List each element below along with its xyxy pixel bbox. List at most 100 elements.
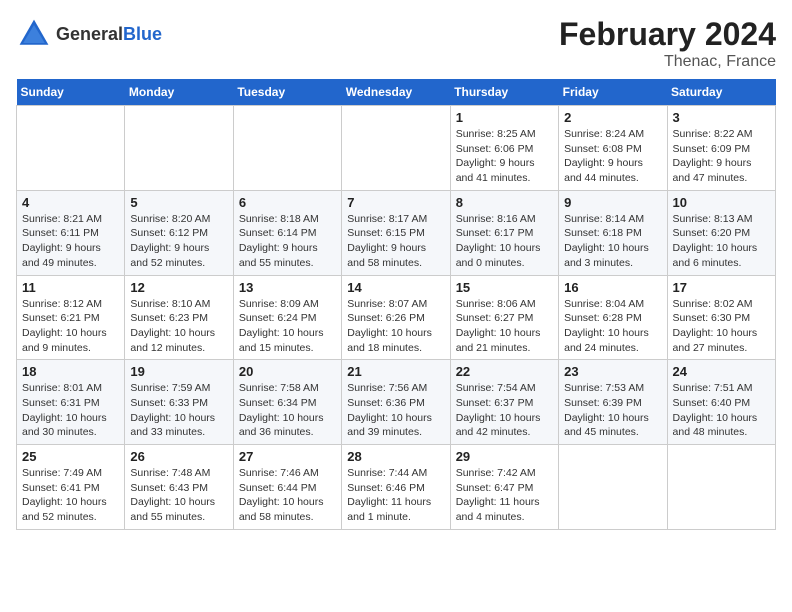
- col-friday: Friday: [559, 79, 667, 106]
- day-number: 15: [456, 280, 553, 295]
- day-cell: 10 Sunrise: 8:13 AMSunset: 6:20 PMDayligh…: [667, 190, 775, 275]
- day-info: Sunrise: 7:51 AMSunset: 6:40 PMDaylight:…: [673, 381, 770, 440]
- day-number: 12: [130, 280, 227, 295]
- day-cell: 13 Sunrise: 8:09 AMSunset: 6:24 PMDayligh…: [233, 275, 341, 360]
- day-number: 13: [239, 280, 336, 295]
- day-number: 27: [239, 449, 336, 464]
- col-thursday: Thursday: [450, 79, 558, 106]
- day-number: 20: [239, 364, 336, 379]
- week-row-5: 25 Sunrise: 7:49 AMSunset: 6:41 PMDayligh…: [17, 445, 776, 530]
- day-info: Sunrise: 7:53 AMSunset: 6:39 PMDaylight:…: [564, 381, 661, 440]
- day-number: 9: [564, 195, 661, 210]
- day-cell: 29Sunrise: 7:42 AMSunset: 6:47 PMDayligh…: [450, 445, 558, 530]
- day-cell: 11 Sunrise: 8:12 AMSunset: 6:21 PMDayligh…: [17, 275, 125, 360]
- calendar-header-row: Sunday Monday Tuesday Wednesday Thursday…: [17, 79, 776, 106]
- day-cell: 21Sunrise: 7:56 AMSunset: 6:36 PMDayligh…: [342, 360, 450, 445]
- day-info: Sunrise: 8:06 AMSunset: 6:27 PMDaylight:…: [456, 297, 553, 356]
- logo-general: General: [56, 24, 123, 44]
- day-number: 16: [564, 280, 661, 295]
- day-number: 1: [456, 110, 553, 125]
- day-cell: [667, 445, 775, 530]
- day-cell: [559, 445, 667, 530]
- day-cell: 22Sunrise: 7:54 AMSunset: 6:37 PMDayligh…: [450, 360, 558, 445]
- page-header: GeneralBlue February 2024 Thenac, France: [16, 16, 776, 71]
- day-number: 10: [673, 195, 770, 210]
- day-number: 14: [347, 280, 444, 295]
- day-info: Sunrise: 7:56 AMSunset: 6:36 PMDaylight:…: [347, 381, 444, 440]
- day-info: Sunrise: 8:25 AMSunset: 6:06 PMDaylight:…: [456, 127, 553, 186]
- day-info: Sunrise: 8:17 AMSunset: 6:15 PMDaylight:…: [347, 212, 444, 271]
- day-cell: 6 Sunrise: 8:18 AMSunset: 6:14 PMDaylight…: [233, 190, 341, 275]
- day-info: Sunrise: 8:07 AMSunset: 6:26 PMDaylight:…: [347, 297, 444, 356]
- logo: GeneralBlue: [16, 16, 162, 52]
- day-info: Sunrise: 7:48 AMSunset: 6:43 PMDaylight:…: [130, 466, 227, 525]
- day-info: Sunrise: 7:44 AMSunset: 6:46 PMDaylight:…: [347, 466, 444, 525]
- day-info: Sunrise: 8:02 AMSunset: 6:30 PMDaylight:…: [673, 297, 770, 356]
- day-cell: 3Sunrise: 8:22 AMSunset: 6:09 PMDaylight…: [667, 106, 775, 191]
- day-number: 8: [456, 195, 553, 210]
- day-cell: [125, 106, 233, 191]
- logo-blue: Blue: [123, 24, 162, 44]
- day-number: 3: [673, 110, 770, 125]
- logo-icon: [16, 16, 52, 52]
- day-info: Sunrise: 8:13 AMSunset: 6:20 PMDaylight:…: [673, 212, 770, 271]
- day-number: 4: [22, 195, 119, 210]
- day-cell: 26Sunrise: 7:48 AMSunset: 6:43 PMDayligh…: [125, 445, 233, 530]
- col-saturday: Saturday: [667, 79, 775, 106]
- col-monday: Monday: [125, 79, 233, 106]
- col-wednesday: Wednesday: [342, 79, 450, 106]
- day-number: 2: [564, 110, 661, 125]
- day-cell: 24 Sunrise: 7:51 AMSunset: 6:40 PMDayligh…: [667, 360, 775, 445]
- day-cell: 8Sunrise: 8:16 AMSunset: 6:17 PMDaylight…: [450, 190, 558, 275]
- day-cell: 25 Sunrise: 7:49 AMSunset: 6:41 PMDayligh…: [17, 445, 125, 530]
- day-info: Sunrise: 7:46 AMSunset: 6:44 PMDaylight:…: [239, 466, 336, 525]
- col-tuesday: Tuesday: [233, 79, 341, 106]
- day-info: Sunrise: 8:18 AMSunset: 6:14 PMDaylight:…: [239, 212, 336, 271]
- day-info: Sunrise: 8:09 AMSunset: 6:24 PMDaylight:…: [239, 297, 336, 356]
- week-row-3: 11 Sunrise: 8:12 AMSunset: 6:21 PMDayligh…: [17, 275, 776, 360]
- day-info: Sunrise: 7:59 AMSunset: 6:33 PMDaylight:…: [130, 381, 227, 440]
- day-cell: 1 Sunrise: 8:25 AMSunset: 6:06 PMDaylight…: [450, 106, 558, 191]
- day-cell: 4Sunrise: 8:21 AMSunset: 6:11 PMDaylight…: [17, 190, 125, 275]
- day-cell: 18Sunrise: 8:01 AMSunset: 6:31 PMDayligh…: [17, 360, 125, 445]
- day-cell: [342, 106, 450, 191]
- day-info: Sunrise: 7:49 AMSunset: 6:41 PMDaylight:…: [22, 466, 119, 525]
- title-block: February 2024 Thenac, France: [559, 16, 776, 71]
- day-cell: [233, 106, 341, 191]
- day-cell: 19 Sunrise: 7:59 AMSunset: 6:33 PMDayligh…: [125, 360, 233, 445]
- day-number: 29: [456, 449, 553, 464]
- day-number: 17: [673, 280, 770, 295]
- week-row-4: 18Sunrise: 8:01 AMSunset: 6:31 PMDayligh…: [17, 360, 776, 445]
- day-number: 11: [22, 280, 119, 295]
- day-info: Sunrise: 8:12 AMSunset: 6:21 PMDaylight:…: [22, 297, 119, 356]
- day-cell: 28Sunrise: 7:44 AMSunset: 6:46 PMDayligh…: [342, 445, 450, 530]
- day-cell: 23 Sunrise: 7:53 AMSunset: 6:39 PMDayligh…: [559, 360, 667, 445]
- day-number: 24: [673, 364, 770, 379]
- logo-text: GeneralBlue: [56, 23, 162, 46]
- week-row-2: 4Sunrise: 8:21 AMSunset: 6:11 PMDaylight…: [17, 190, 776, 275]
- day-cell: 27 Sunrise: 7:46 AMSunset: 6:44 PMDayligh…: [233, 445, 341, 530]
- day-cell: 7Sunrise: 8:17 AMSunset: 6:15 PMDaylight…: [342, 190, 450, 275]
- day-cell: 16 Sunrise: 8:04 AMSunset: 6:28 PMDayligh…: [559, 275, 667, 360]
- day-cell: 15 Sunrise: 8:06 AMSunset: 6:27 PMDayligh…: [450, 275, 558, 360]
- day-number: 25: [22, 449, 119, 464]
- calendar-table: Sunday Monday Tuesday Wednesday Thursday…: [16, 79, 776, 530]
- day-info: Sunrise: 7:58 AMSunset: 6:34 PMDaylight:…: [239, 381, 336, 440]
- day-info: Sunrise: 8:10 AMSunset: 6:23 PMDaylight:…: [130, 297, 227, 356]
- day-info: Sunrise: 8:04 AMSunset: 6:28 PMDaylight:…: [564, 297, 661, 356]
- day-cell: 20 Sunrise: 7:58 AMSunset: 6:34 PMDayligh…: [233, 360, 341, 445]
- location: Thenac, France: [559, 53, 776, 71]
- day-info: Sunrise: 8:20 AMSunset: 6:12 PMDaylight:…: [130, 212, 227, 271]
- day-cell: 14 Sunrise: 8:07 AMSunset: 6:26 PMDayligh…: [342, 275, 450, 360]
- day-cell: 2Sunrise: 8:24 AMSunset: 6:08 PMDaylight…: [559, 106, 667, 191]
- day-number: 22: [456, 364, 553, 379]
- day-cell: [17, 106, 125, 191]
- day-number: 18: [22, 364, 119, 379]
- day-number: 23: [564, 364, 661, 379]
- day-cell: 17 Sunrise: 8:02 AMSunset: 6:30 PMDayligh…: [667, 275, 775, 360]
- day-cell: 12 Sunrise: 8:10 AMSunset: 6:23 PMDayligh…: [125, 275, 233, 360]
- day-number: 6: [239, 195, 336, 210]
- col-sunday: Sunday: [17, 79, 125, 106]
- day-cell: 9Sunrise: 8:14 AMSunset: 6:18 PMDaylight…: [559, 190, 667, 275]
- day-number: 19: [130, 364, 227, 379]
